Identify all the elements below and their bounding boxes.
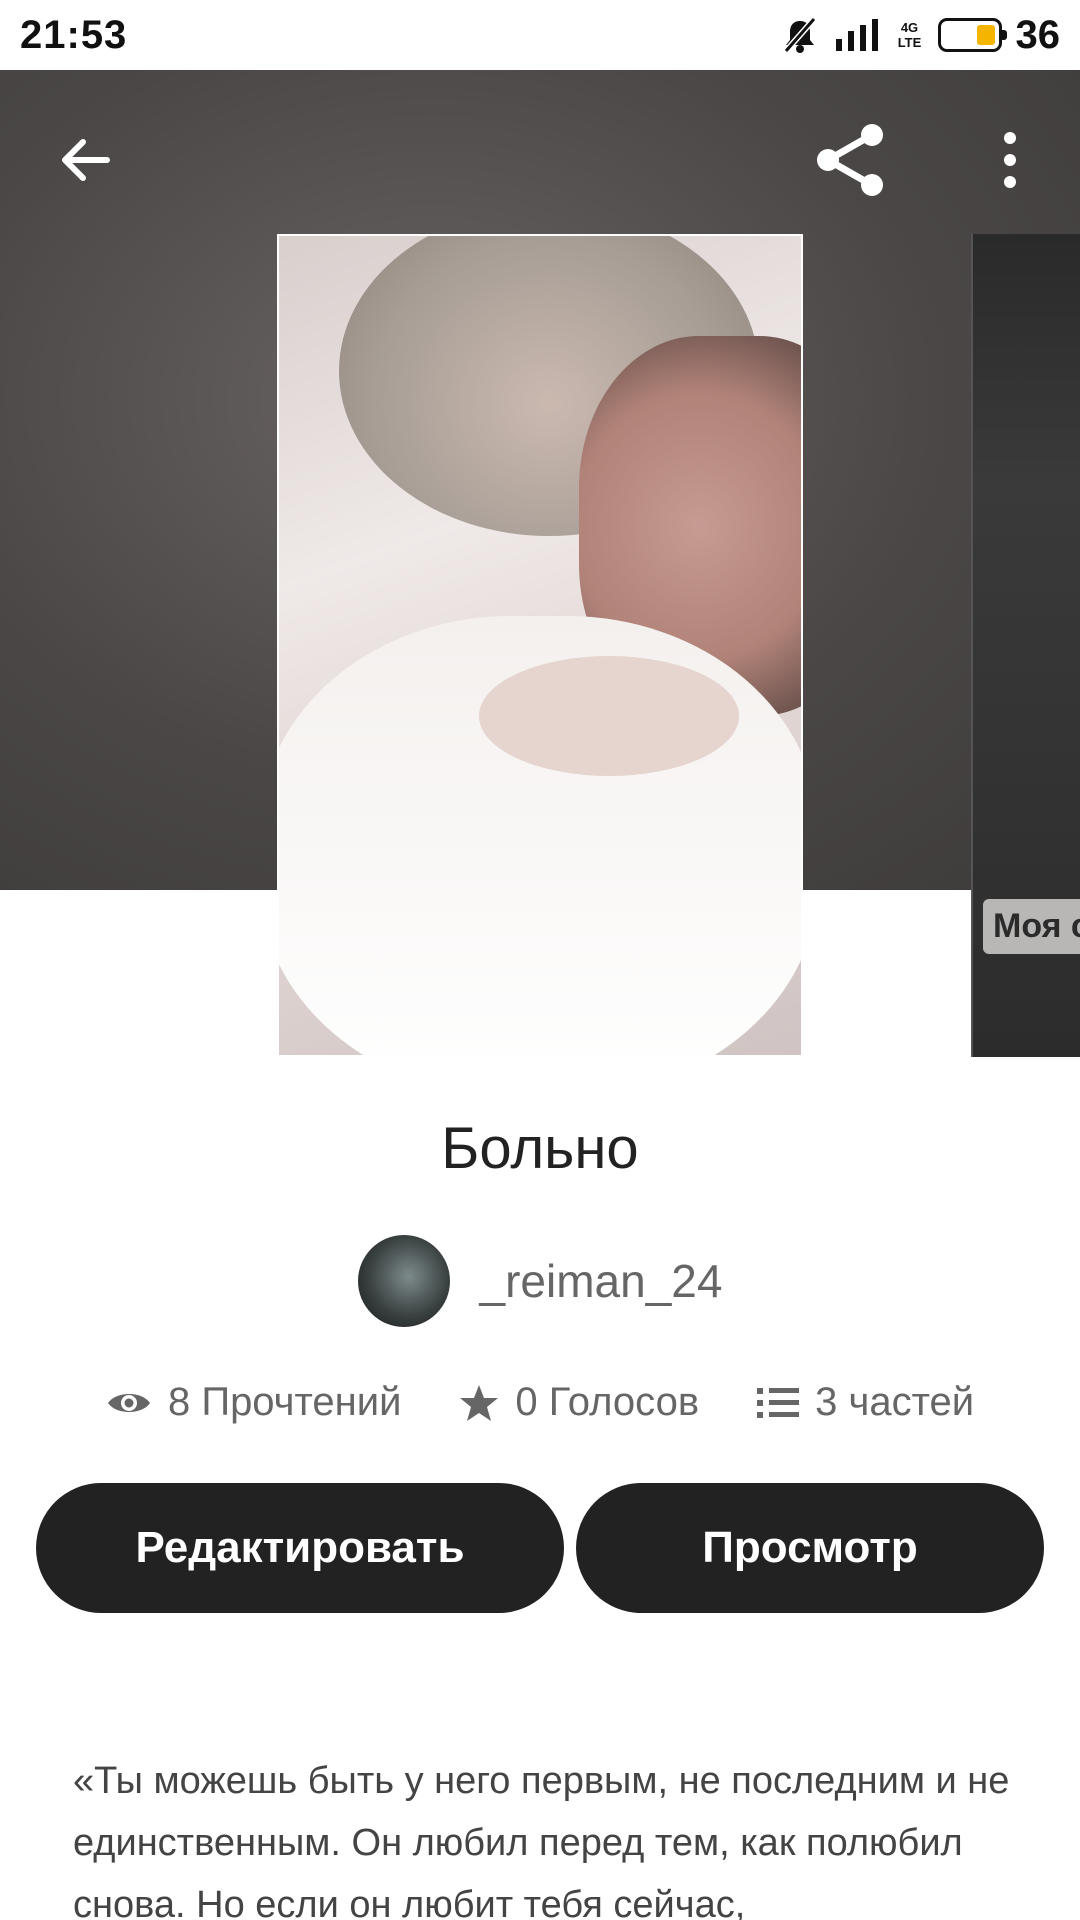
top-toolbar xyxy=(0,70,1080,230)
story-stats: 8 Прочтений 0 Голосов 3 частей xyxy=(0,1380,1080,1425)
network-type: 4G LTE xyxy=(897,20,922,50)
parts-count: 3 частей xyxy=(815,1380,975,1424)
mute-icon xyxy=(780,15,820,55)
reads-stat: 8 Прочтений xyxy=(106,1380,401,1425)
status-indicators: 4G LTE 36 xyxy=(780,12,1061,58)
parts-stat: 3 частей xyxy=(757,1380,974,1425)
signal-icon xyxy=(834,17,882,53)
edit-button[interactable]: Редактировать xyxy=(36,1483,564,1613)
more-vertical-icon xyxy=(1004,132,1016,188)
author-row[interactable]: _reiman_24 xyxy=(0,1235,1080,1327)
next-story-cover[interactable]: Моя с xyxy=(971,234,1080,1057)
votes-stat: 0 Голосов xyxy=(459,1380,699,1425)
author-name[interactable]: _reiman_24 xyxy=(480,1254,723,1308)
battery-icon xyxy=(937,18,1007,52)
status-time: 21:53 xyxy=(20,12,128,57)
more-options-button[interactable] xyxy=(970,115,1050,205)
reads-count: 8 Прочтений xyxy=(167,1380,402,1424)
back-button[interactable] xyxy=(40,115,130,205)
view-button[interactable]: Просмотр xyxy=(576,1483,1044,1613)
votes-count: 0 Голосов xyxy=(515,1380,700,1424)
list-icon xyxy=(757,1387,800,1418)
cover-arm-shape xyxy=(479,656,739,776)
eye-icon xyxy=(107,1393,150,1412)
star-icon xyxy=(460,1384,499,1421)
status-bar: 21:53 4G LTE 36 xyxy=(0,0,1080,70)
story-cover-image[interactable] xyxy=(277,234,803,1057)
next-cover-title: Моя с xyxy=(983,899,1080,954)
back-arrow-icon xyxy=(62,139,110,181)
story-description: «Ты можешь быть у него первым, не послед… xyxy=(73,1760,1010,1920)
story-title: Больно xyxy=(441,1116,639,1181)
author-avatar[interactable] xyxy=(357,1235,450,1327)
share-button[interactable] xyxy=(800,110,900,210)
share-icon xyxy=(817,124,883,196)
battery-level: 36 xyxy=(1015,12,1061,57)
